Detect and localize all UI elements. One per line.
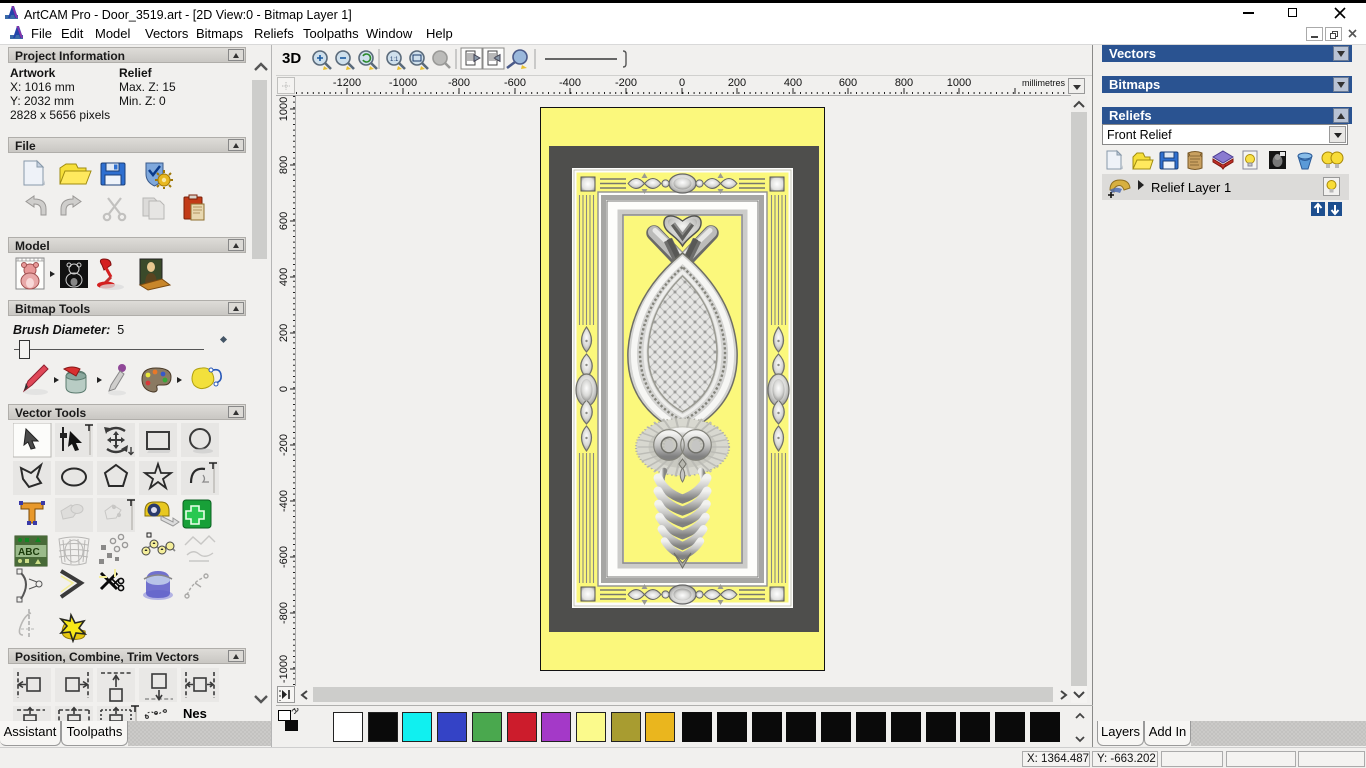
svg-text:200: 200 [278, 324, 290, 342]
svg-text:-600: -600 [504, 77, 526, 89]
svg-text:1:1: 1:1 [390, 57, 399, 63]
svg-text:200: 200 [728, 77, 746, 89]
svg-text:-200: -200 [615, 77, 637, 89]
svg-text:400: 400 [278, 268, 290, 286]
svg-text:600: 600 [839, 77, 857, 89]
svg-text:-400: -400 [278, 490, 290, 512]
svg-text:-400: -400 [559, 77, 581, 89]
svg-text:-800: -800 [278, 602, 290, 624]
svg-text:800: 800 [895, 77, 913, 89]
svg-text:800: 800 [278, 156, 290, 174]
svg-text:Nes: Nes [183, 706, 207, 721]
svg-text:-1000: -1000 [389, 77, 417, 89]
svg-text:millimetres: millimetres [1022, 78, 1066, 88]
svg-text:-200: -200 [278, 434, 290, 456]
svg-text:-600: -600 [278, 546, 290, 568]
svg-text:600: 600 [278, 212, 290, 230]
svg-text:0: 0 [278, 386, 290, 392]
svg-text:1000: 1000 [947, 77, 971, 89]
svg-text:-1000: -1000 [278, 655, 290, 683]
svg-text:-800: -800 [448, 77, 470, 89]
svg-text:-1200: -1200 [333, 77, 361, 89]
svg-text:ABC: ABC [18, 547, 40, 558]
svg-text:400: 400 [784, 77, 802, 89]
svg-text:0: 0 [679, 77, 685, 89]
svg-text:1000: 1000 [278, 97, 290, 121]
